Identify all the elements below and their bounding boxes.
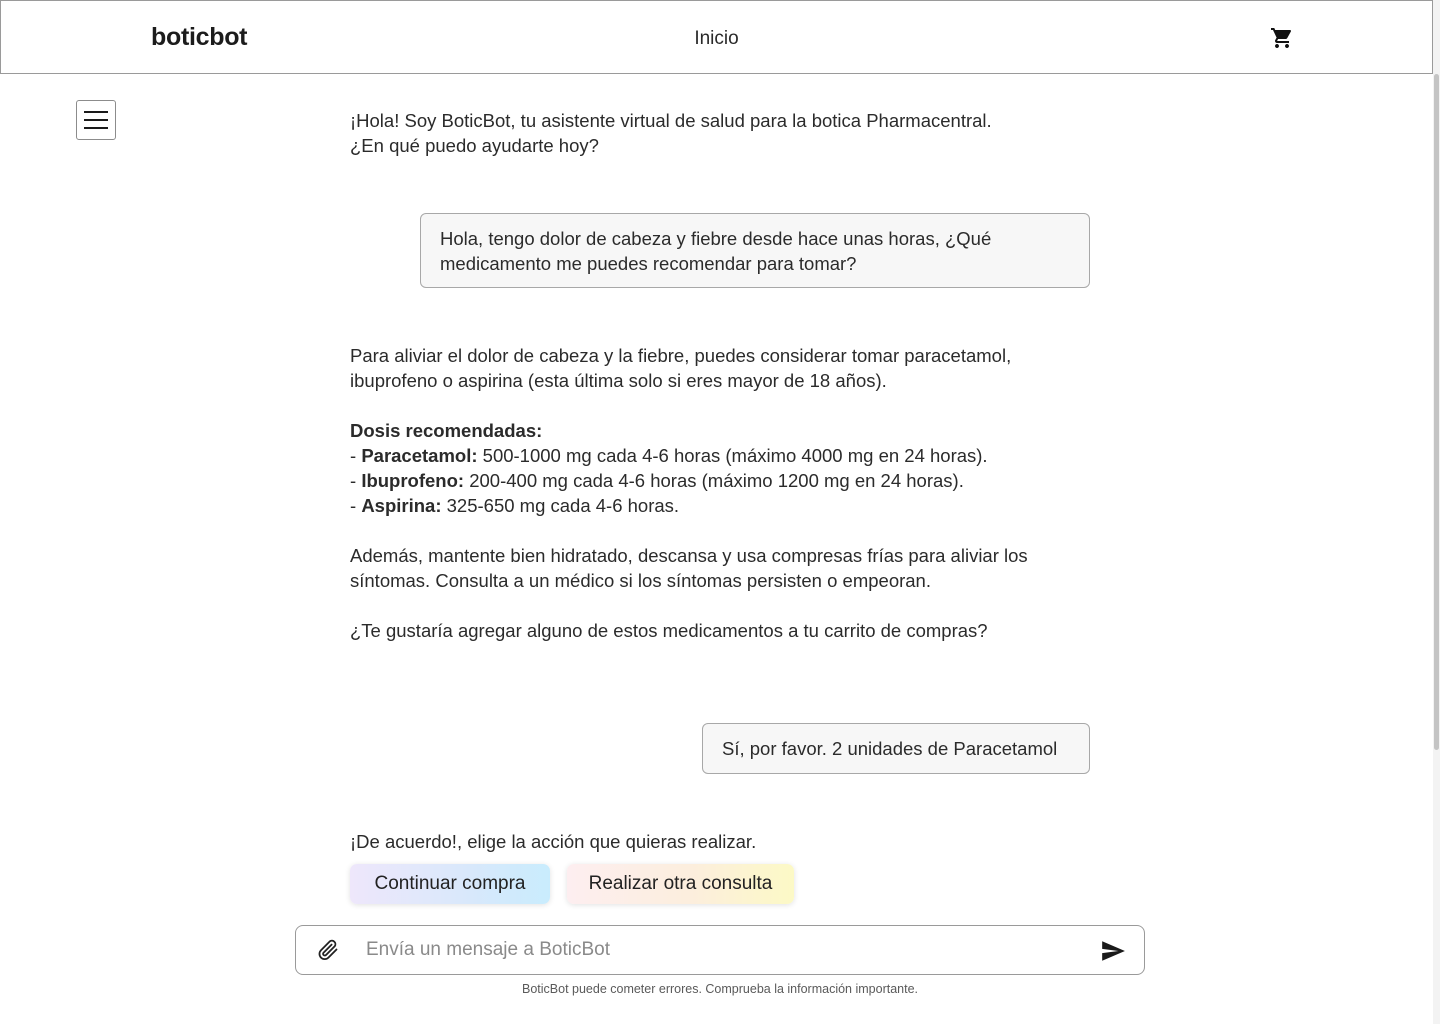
send-icon[interactable] bbox=[1100, 938, 1126, 964]
top-navbar: boticbot Inicio bbox=[0, 0, 1433, 74]
scrollbar-thumb[interactable] bbox=[1434, 74, 1439, 750]
greeting-line-1: ¡Hola! Soy BoticBot, tu asistente virtua… bbox=[350, 110, 992, 131]
dose-name: Paracetamol: bbox=[361, 445, 478, 466]
new-query-button[interactable]: Realizar otra consulta bbox=[567, 864, 794, 904]
message-input[interactable] bbox=[366, 935, 1066, 965]
dose-item-paracetamol: - Paracetamol: 500-1000 mg cada 4-6 hora… bbox=[350, 445, 988, 466]
dose-name: Aspirina: bbox=[361, 495, 442, 516]
continue-purchase-button[interactable]: Continuar compra bbox=[350, 864, 550, 904]
dose-name: Ibuprofeno: bbox=[361, 470, 465, 491]
bot-message-confirm: ¡De acuerdo!, elige la acción que quiera… bbox=[350, 829, 1030, 854]
dose-heading: Dosis recomendadas: bbox=[350, 420, 543, 441]
menu-button[interactable] bbox=[76, 100, 116, 140]
user-message-text: Hola, tengo dolor de cabeza y fiebre des… bbox=[440, 228, 992, 274]
bot-message-greeting: ¡Hola! Soy BoticBot, tu asistente virtua… bbox=[350, 108, 1030, 158]
action-buttons: Continuar compra Realizar otra consulta bbox=[350, 864, 794, 904]
bot-confirm-text: ¡De acuerdo!, elige la acción que quiera… bbox=[350, 831, 757, 852]
bot-advice-text: Además, mantente bien hidratado, descans… bbox=[350, 545, 1028, 591]
bot-message-recommendation: Para aliviar el dolor de cabeza y la fie… bbox=[350, 343, 1030, 643]
message-composer bbox=[295, 925, 1145, 975]
paperclip-icon[interactable] bbox=[316, 938, 340, 962]
bot-intro-text: Para aliviar el dolor de cabeza y la fie… bbox=[350, 345, 1012, 391]
dose-item-aspirina: - Aspirina: 325-650 mg cada 4-6 horas. bbox=[350, 495, 680, 516]
bot-question-text: ¿Te gustaría agregar alguno de estos med… bbox=[350, 620, 988, 641]
nav-link-home: Inicio bbox=[1, 28, 1432, 50]
cart-icon[interactable] bbox=[1270, 26, 1294, 50]
nav-home-label[interactable]: Inicio bbox=[694, 28, 738, 49]
dose-item-ibuprofeno: - Ibuprofeno: 200-400 mg cada 4-6 horas … bbox=[350, 470, 964, 491]
user-message-text: Sí, por favor. 2 unidades de Paracetamol bbox=[722, 738, 1058, 759]
user-message-bubble: Hola, tengo dolor de cabeza y fiebre des… bbox=[420, 213, 1090, 288]
disclaimer-text: BoticBot puede cometer errores. Comprueb… bbox=[521, 982, 919, 996]
hamburger-menu-icon bbox=[84, 111, 108, 129]
greeting-line-2: ¿En qué puedo ayudarte hoy? bbox=[350, 135, 599, 156]
user-message-bubble: Sí, por favor. 2 unidades de Paracetamol bbox=[702, 723, 1090, 774]
